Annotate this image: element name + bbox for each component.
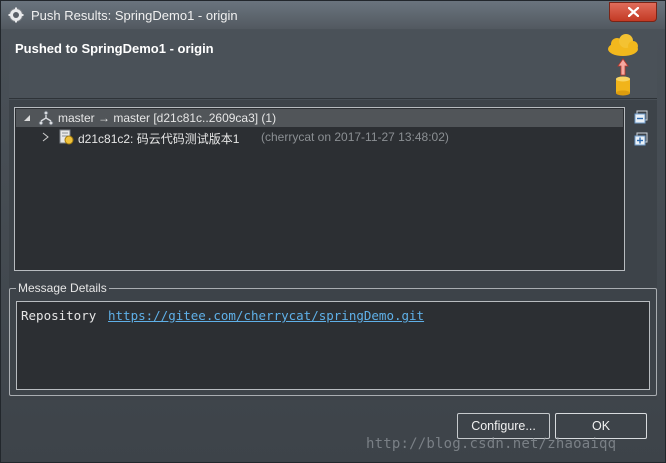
watermark-text: http://blog.csdn.net/zhaoaiqq [366,436,617,452]
window-title: Push Results: SpringDemo1 - origin [31,8,238,23]
title-bar[interactable]: Push Results: SpringDemo1 - origin [1,1,665,29]
page-title: Pushed to SpringDemo1 - origin [15,41,214,56]
repository-label: Repository [21,308,97,323]
close-icon [628,7,639,17]
branch-icon [38,110,54,126]
close-button[interactable] [609,2,657,22]
message-details-box[interactable]: Repository https://gitee.com/cherrycat/s… [16,301,650,390]
header-panel: Pushed to SpringDemo1 - origin [9,31,657,99]
collapsed-twisty-icon[interactable] [40,132,50,142]
ref-update-label: master → master [d21c81c..2609ca3] (1) [58,111,277,125]
tree-row-ref-update[interactable]: master → master [d21c81c..2609ca3] (1) [16,109,623,127]
repository-url-link[interactable]: https://gitee.com/cherrycat/springDemo.g… [108,308,424,323]
cloud-push-database-icon [608,34,638,96]
collapse-all-icon[interactable] [634,110,648,124]
commit-meta: (cherrycat on 2017-11-27 13:48:02) [261,130,449,144]
expand-all-icon[interactable] [634,132,648,146]
message-details-legend: Message Details [16,281,109,295]
app-gear-icon [8,7,24,23]
tree-row-commit[interactable]: d21c81c2: 码云代码测试版本1 (cherrycat on 2017-1… [16,128,623,146]
commit-icon [59,129,74,145]
push-results-tree[interactable]: master → master [d21c81c..2609ca3] (1) d… [14,107,625,271]
expanded-twisty-icon[interactable] [22,113,32,123]
commit-label: d21c81c2: 码云代码测试版本1 [78,132,240,146]
